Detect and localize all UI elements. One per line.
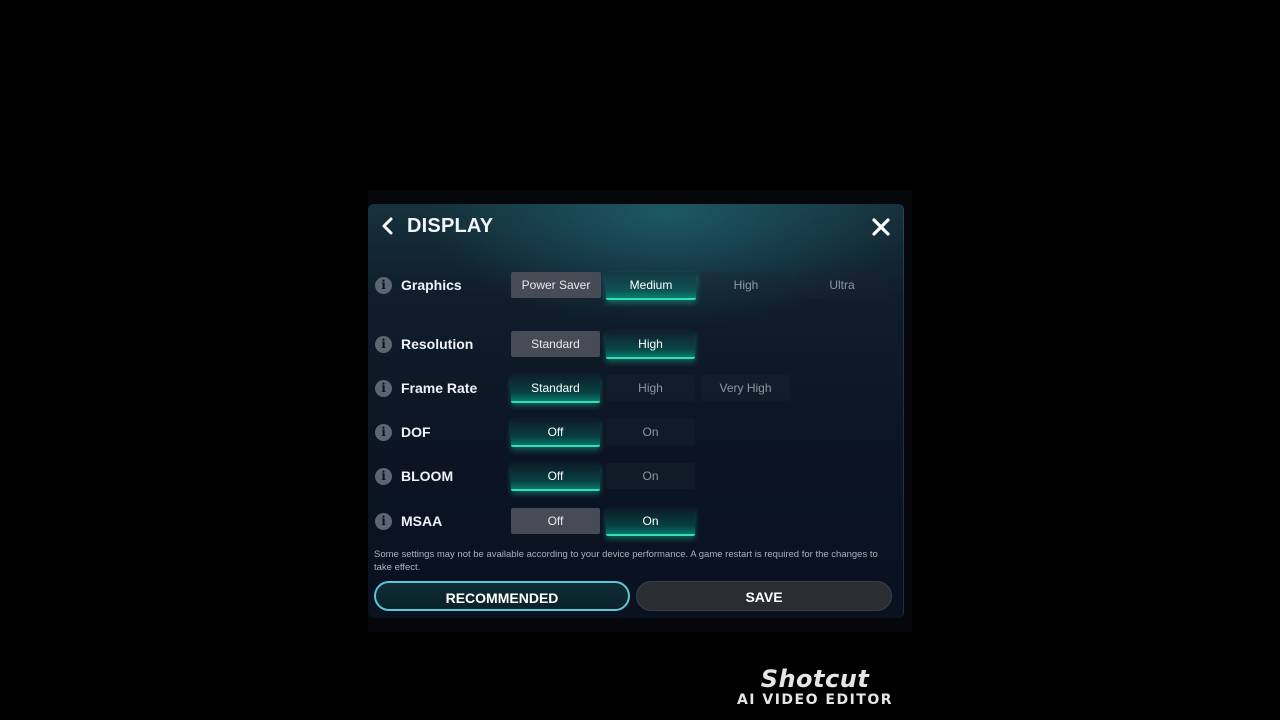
option-graphics-high[interactable]: High [701,272,791,298]
info-icon[interactable]: i [375,380,392,397]
watermark-logo: Shotcut [760,665,870,693]
info-icon[interactable]: i [375,424,392,441]
option-resolution-standard[interactable]: Standard [511,331,600,357]
option-graphics-medium[interactable]: Medium [606,272,696,300]
option-msaa-off[interactable]: Off [511,508,600,534]
display-settings-panel: DISPLAY i Graphics Power Saver Medium Hi… [368,204,904,618]
close-icon[interactable] [870,216,892,238]
setting-row-resolution: i Resolution Standard High [368,329,904,359]
setting-label-resolution: Resolution [401,336,474,352]
setting-label-graphics: Graphics [401,277,462,293]
option-bloom-on[interactable]: On [606,463,695,489]
setting-row-msaa: i MSAA Off On [368,506,904,536]
option-graphics-ultra[interactable]: Ultra [797,272,887,298]
info-icon[interactable]: i [375,468,392,485]
info-icon[interactable]: i [375,277,392,294]
setting-row-dof: i DOF Off On [368,417,904,447]
option-frame-rate-high[interactable]: High [606,375,695,401]
setting-row-bloom: i BLOOM Off On [368,461,904,491]
recommended-button[interactable]: RECOMMENDED [374,581,630,611]
info-icon[interactable]: i [375,513,392,530]
setting-label-bloom: BLOOM [401,468,454,484]
setting-row-graphics: i Graphics Power Saver Medium High Ultra [368,270,904,300]
option-frame-rate-very-high[interactable]: Very High [701,375,790,401]
page-title: DISPLAY [407,215,494,237]
option-bloom-off[interactable]: Off [511,463,600,491]
option-resolution-high[interactable]: High [606,331,695,359]
info-icon[interactable]: i [375,336,392,353]
setting-label-frame-rate: Frame Rate [401,380,478,396]
setting-label-msaa: MSAA [401,513,443,529]
shotcut-watermark: Shotcut AI VIDEO EDITOR [730,666,900,708]
option-dof-on[interactable]: On [606,419,695,445]
option-dof-off[interactable]: Off [511,419,600,447]
setting-label-dof: DOF [401,424,431,440]
save-button[interactable]: SAVE [636,581,892,611]
panel-header: DISPLAY [368,204,904,248]
option-graphics-power-saver[interactable]: Power Saver [511,272,601,298]
watermark-subtitle: AI VIDEO EDITOR [736,692,894,708]
setting-row-frame-rate: i Frame Rate Standard High Very High [368,373,904,403]
settings-note: Some settings may not be available accor… [374,549,878,573]
option-frame-rate-standard[interactable]: Standard [511,375,600,403]
option-msaa-on[interactable]: On [606,508,695,536]
chevron-left-icon[interactable] [378,216,398,236]
